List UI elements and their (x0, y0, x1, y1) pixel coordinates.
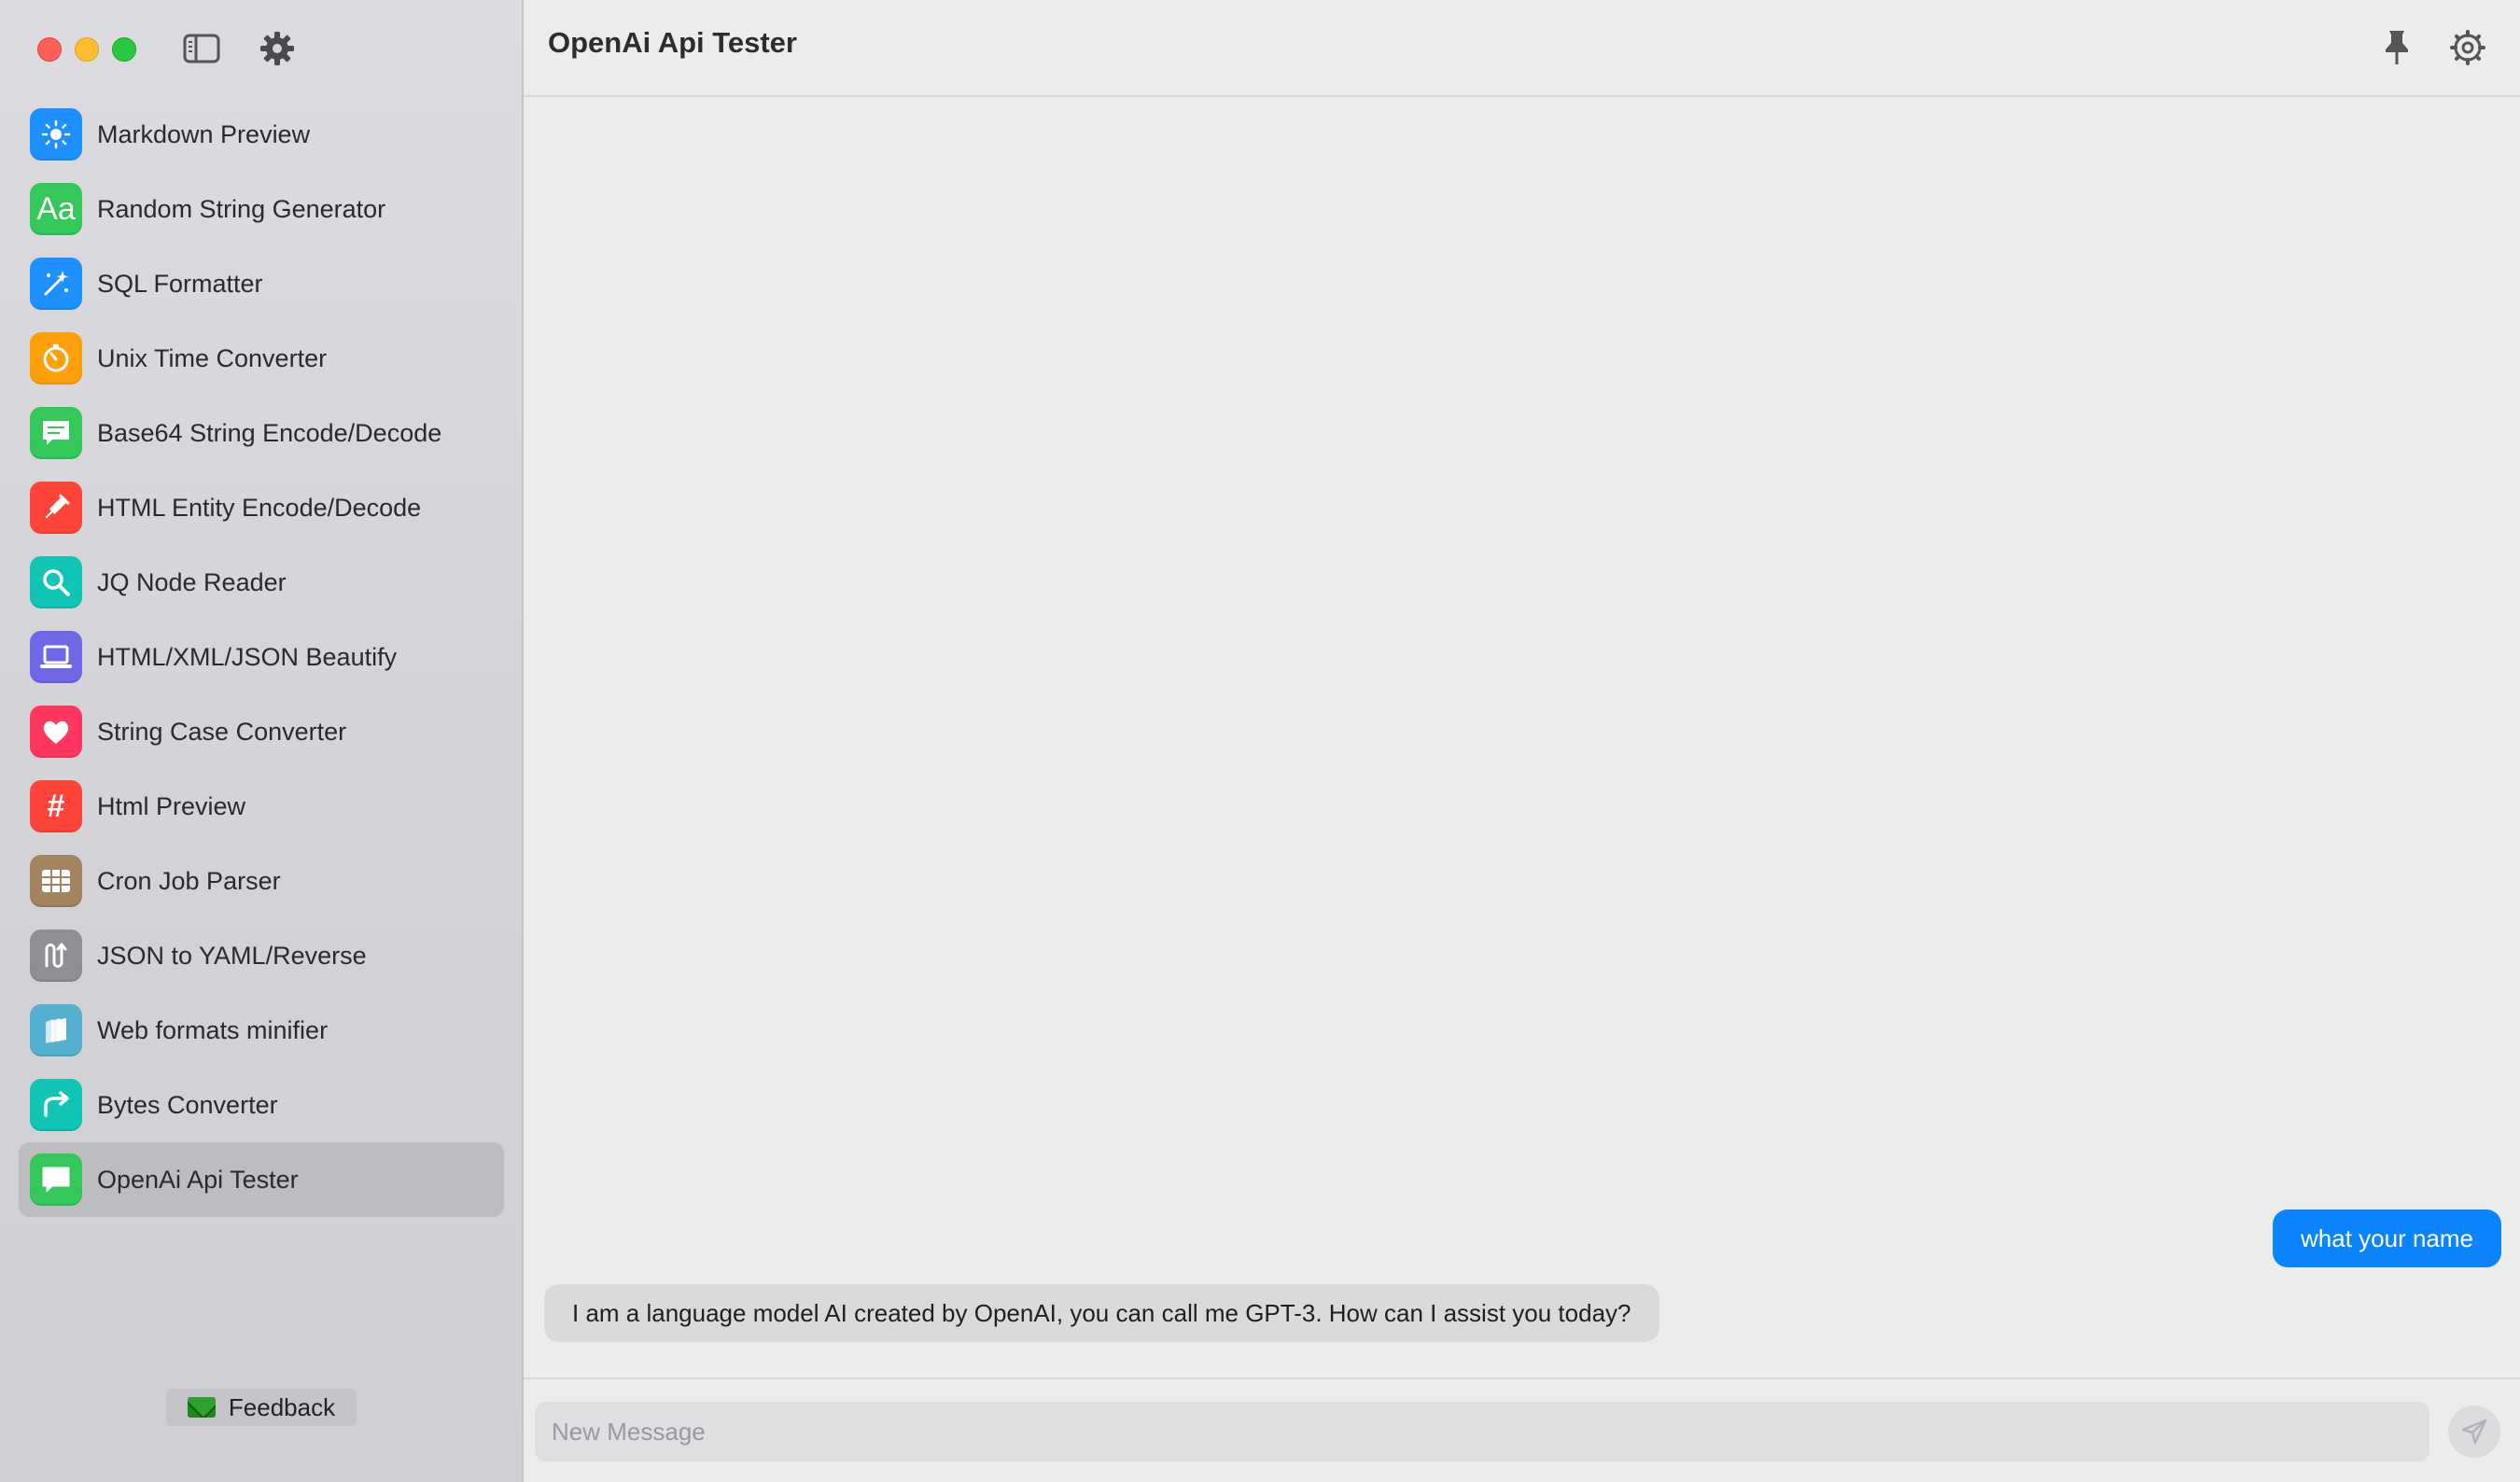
chat-bubble-icon (30, 1153, 82, 1206)
sidebar-item-label: Bytes Converter (97, 1090, 278, 1119)
zoom-window-button[interactable] (112, 37, 136, 62)
sidebar-item-label: OpenAi Api Tester (97, 1165, 299, 1194)
sidebar-item-label: Markdown Preview (97, 119, 311, 148)
swap-path-icon (30, 930, 82, 982)
page-title: OpenAi Api Tester (548, 26, 797, 59)
sidebar-item-label: Html Preview (97, 791, 246, 820)
sidebar-item-openai-api-tester[interactable]: OpenAi Api Tester (19, 1142, 504, 1217)
grid-table-icon (30, 855, 82, 907)
sidebar-item-sql-formatter[interactable]: SQL Formatter (19, 246, 504, 321)
sidebar-item-markdown-preview[interactable]: Markdown Preview (19, 97, 504, 172)
sidebar-item-web-formats-minifier[interactable]: Web formats minifier (19, 993, 504, 1068)
app-window: Markdown Preview Aa Random String Generato… (0, 0, 2520, 1482)
sidebar-item-bytes-converter[interactable]: Bytes Converter (19, 1068, 504, 1142)
timer-icon (30, 332, 82, 384)
sidebar-item-string-case-converter[interactable]: String Case Converter (19, 694, 504, 769)
header: OpenAi Api Tester (524, 0, 2520, 97)
sidebar-item-cron-job-parser[interactable]: Cron Job Parser (19, 844, 504, 918)
sidebar-item-label: HTML Entity Encode/Decode (97, 493, 422, 522)
sidebar-item-base64-string-encode-decode[interactable]: Base64 String Encode/Decode (19, 396, 504, 470)
sidebar-toggle-button[interactable] (181, 28, 222, 69)
sun-icon (30, 108, 82, 161)
paper-plane-icon (2461, 1419, 2487, 1445)
syringe-icon (30, 482, 82, 534)
sidebar-item-unix-time-converter[interactable]: Unix Time Converter (19, 321, 504, 396)
chat-settings-button[interactable] (2444, 24, 2491, 71)
books-icon (30, 1004, 82, 1056)
laptop-icon (30, 631, 82, 683)
magnifier-icon (30, 556, 82, 608)
sidebar-item-label: String Case Converter (97, 717, 347, 746)
chat-transcript[interactable]: what your name I am a language model AI … (524, 97, 2520, 1377)
close-window-button[interactable] (37, 37, 62, 62)
gear-outline-icon (2450, 30, 2485, 65)
arrow-turn-icon (30, 1079, 82, 1131)
message-input[interactable] (535, 1402, 2429, 1461)
sidebar-item-html-entity-encode-decode[interactable]: HTML Entity Encode/Decode (19, 470, 504, 545)
assistant-message-bubble: I am a language model AI created by Open… (544, 1284, 1659, 1342)
message-text-icon (30, 407, 82, 459)
settings-button[interactable] (257, 28, 298, 69)
sidebar-item-label: Unix Time Converter (97, 343, 328, 372)
user-message-bubble: what your name (2273, 1209, 2501, 1267)
pin-icon (2386, 31, 2408, 64)
minimize-window-button[interactable] (75, 37, 99, 62)
gear-icon (260, 32, 294, 65)
sidebar-item-label: Web formats minifier (97, 1015, 329, 1044)
sidebar-item-label: Random String Generator (97, 194, 386, 223)
sidebar-item-label: HTML/XML/JSON Beautify (97, 642, 398, 671)
sidebar-item-label: SQL Formatter (97, 269, 263, 298)
sidebar-left-icon (183, 34, 220, 63)
sidebar: Markdown Preview Aa Random String Generato… (0, 0, 524, 1482)
envelope-icon (187, 1397, 216, 1418)
main-panel: OpenAi Api Tester what your name I am a … (524, 0, 2520, 1482)
sidebar-item-random-string-generator[interactable]: Aa Random String Generator (19, 172, 504, 246)
sidebar-item-html-preview[interactable]: # Html Preview (19, 769, 504, 844)
sidebar-item-html-xml-json-beautify[interactable]: HTML/XML/JSON Beautify (19, 620, 504, 694)
composer (524, 1377, 2520, 1482)
sidebar-item-label: JQ Node Reader (97, 567, 287, 596)
hash-icon: # (30, 780, 82, 832)
feedback-label: Feedback (228, 1392, 336, 1421)
tool-list: Markdown Preview Aa Random String Generato… (19, 97, 504, 1217)
sidebar-item-label: JSON to YAML/Reverse (97, 941, 367, 970)
heart-icon (30, 706, 82, 758)
sidebar-item-json-to-yaml-reverse[interactable]: JSON to YAML/Reverse (19, 918, 504, 993)
pin-button[interactable] (2373, 24, 2420, 71)
feedback-button[interactable]: Feedback (166, 1389, 357, 1426)
sidebar-item-jq-node-reader[interactable]: JQ Node Reader (19, 545, 504, 620)
sidebar-item-label: Base64 String Encode/Decode (97, 418, 442, 447)
magic-wand-icon (30, 258, 82, 310)
text-aa-icon: Aa (30, 183, 82, 235)
send-button[interactable] (2448, 1405, 2500, 1458)
sidebar-item-label: Cron Job Parser (97, 866, 281, 895)
